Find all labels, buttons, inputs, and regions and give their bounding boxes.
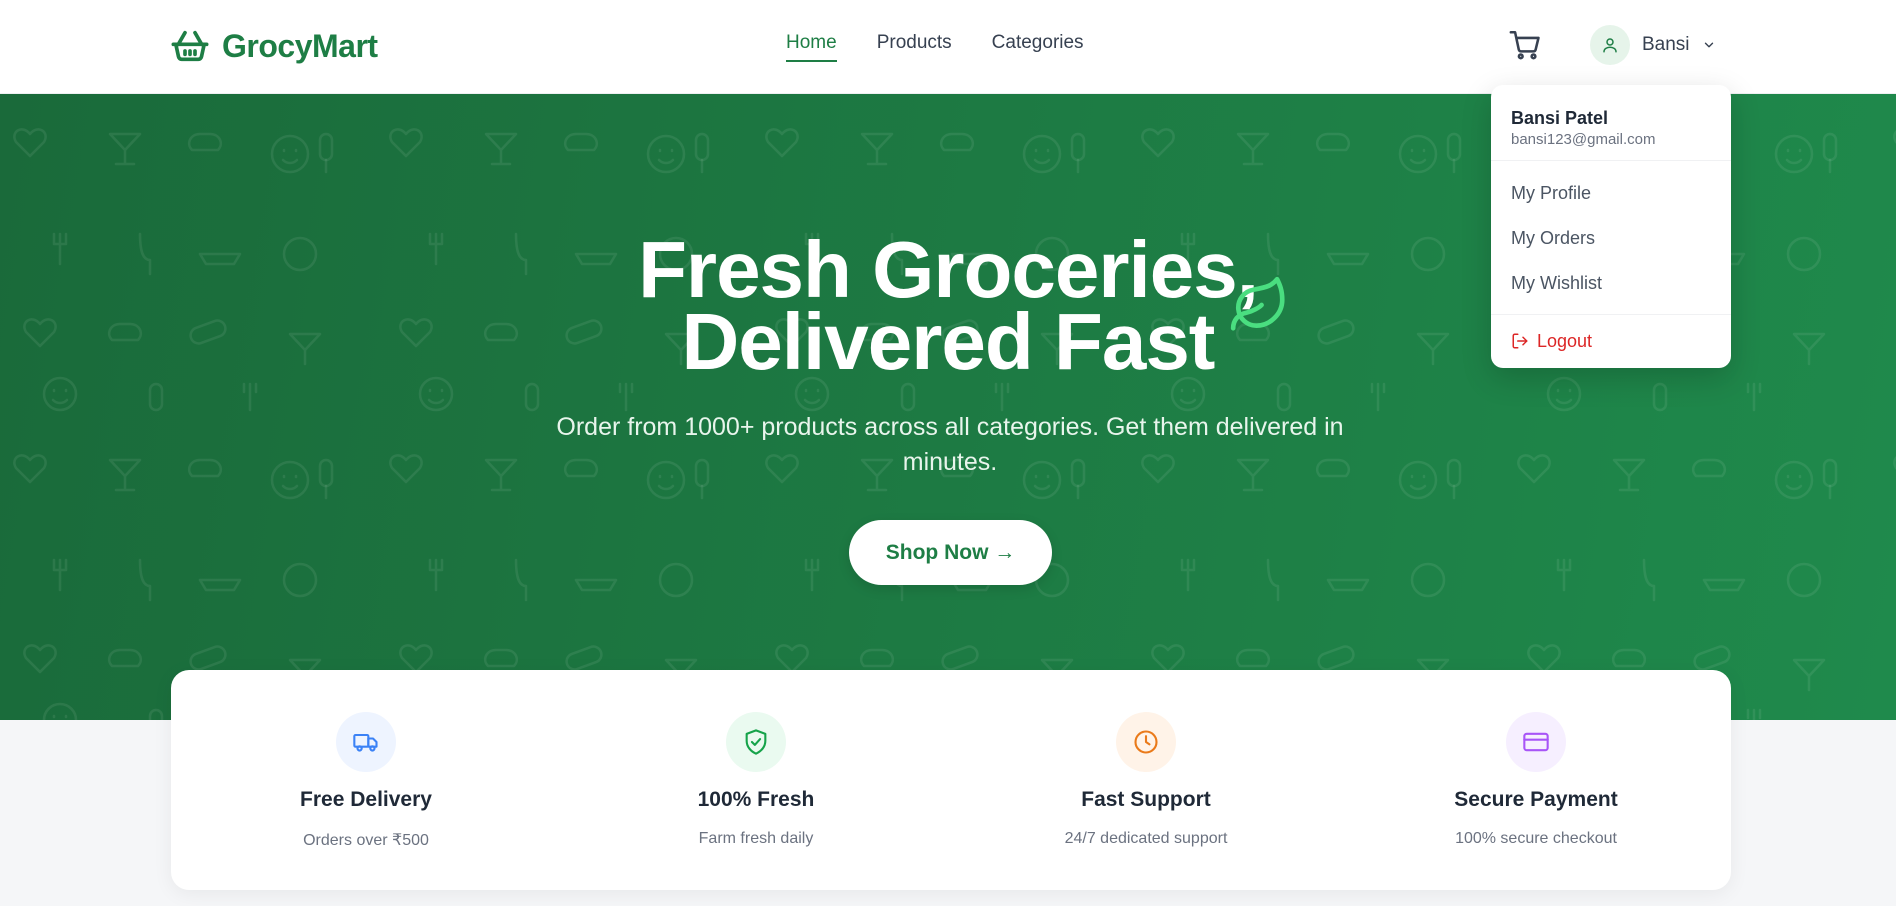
user-dropdown: Bansi Patel bansi123@gmail.com My Profil… [1491,85,1731,368]
feature-title: Secure Payment [1454,788,1618,811]
chevron-down-icon [1704,42,1713,48]
feature-fresh: 100% Fresh Farm fresh daily [561,670,951,890]
feature-description: 100% secure checkout [1455,830,1617,847]
feature-icon-wrap [726,712,786,772]
shield-check-icon [745,729,767,755]
credit-card-icon [1523,732,1549,752]
feature-title: 100% Fresh [697,788,815,811]
menu-item-my-orders[interactable]: My Orders [1491,216,1731,261]
shopping-basket-icon [171,30,209,62]
top-navbar: GrocyMart Home Products Categories Bansi [0,0,1896,94]
avatar [1590,25,1630,65]
shopping-cart-icon [1509,30,1540,60]
nav-products[interactable]: Products [877,32,952,62]
feature-fast-support: Fast Support 24/7 dedicated support [951,670,1341,890]
feature-free-delivery: Free Delivery Orders over ₹500 [171,670,561,890]
dropdown-menu-list: My Profile My Orders My Wishlist [1491,161,1731,315]
brand-name: GrocyMart [222,27,378,64]
user-icon [1603,38,1617,53]
feature-secure-payment: Secure Payment 100% secure checkout [1341,670,1731,890]
logout-label: Logout [1537,331,1593,351]
truck-icon [353,733,378,752]
feature-icon-wrap [1116,712,1176,772]
feature-title: Free Delivery [300,788,432,811]
shop-now-button[interactable]: Shop Now → [849,520,1052,585]
feature-icon-wrap [336,712,396,772]
menu-item-my-profile[interactable]: My Profile [1491,171,1731,216]
logout-icon [1512,333,1528,349]
cart-button[interactable] [1508,28,1542,62]
clock-icon [1134,730,1158,754]
menu-item-my-wishlist[interactable]: My Wishlist [1491,261,1731,306]
main-nav: Home Products Categories [786,32,1084,62]
feature-icon-wrap [1506,712,1566,772]
logout-button[interactable]: Logout [1491,315,1731,367]
feature-description: 24/7 dedicated support [1064,830,1228,847]
feature-title: Fast Support [1081,788,1211,811]
feature-description: Orders over ₹500 [303,832,429,849]
feature-description: Farm fresh daily [698,830,814,847]
user-menu-toggle[interactable]: Bansi [1590,25,1716,65]
dropdown-user-info: Bansi Patel bansi123@gmail.com [1491,85,1731,161]
user-short-name: Bansi [1642,34,1690,55]
dropdown-full-name: Bansi Patel [1511,108,1609,128]
features-card: Free Delivery Orders over ₹500 100% Fres… [171,670,1731,890]
dropdown-email: bansi123@gmail.com [1511,131,1656,148]
brand-logo[interactable]: GrocyMart [170,26,378,66]
leaf-icon [1230,276,1285,331]
hero-subtitle: Order from 1000+ products across all cat… [556,413,1344,476]
nav-categories[interactable]: Categories [992,32,1084,62]
nav-home[interactable]: Home [786,32,837,62]
